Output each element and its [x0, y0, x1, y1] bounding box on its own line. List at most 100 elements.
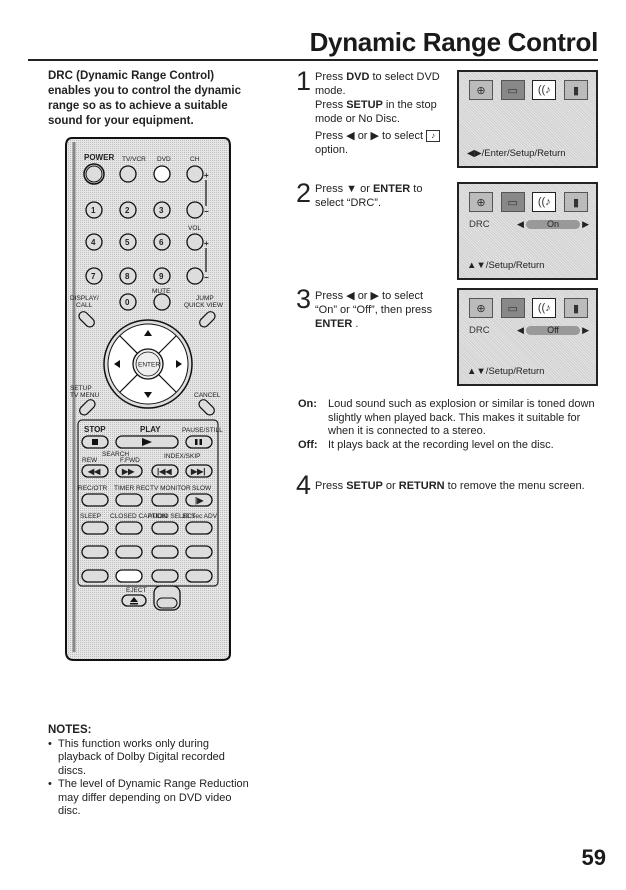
sleep-label: SLEEP [80, 513, 101, 520]
closed-caption-button [115, 521, 143, 535]
svg-text:QUICK VIEW: QUICK VIEW [184, 302, 224, 309]
play-label: PLAY [140, 425, 161, 434]
remote-control-illustration: POWER TV/VCR DVD CH + − 1 2 3 VOL 4 5 6 … [64, 132, 232, 664]
audio-option-icon: ♪ [426, 130, 441, 143]
osd-drc-label: DRC [469, 219, 490, 230]
dvd-button [153, 165, 171, 183]
eject-label: EJECT [126, 587, 147, 594]
ch-up-button [186, 165, 204, 183]
index-skip-label: INDEX/SKIP [164, 453, 200, 460]
cancel-label: CANCEL [194, 392, 221, 399]
display-label: DISPLAY/ [70, 295, 99, 302]
return-button [115, 569, 143, 583]
ffwd-label: F.FWD [120, 457, 140, 464]
pause-button [185, 435, 213, 449]
pause-label: PAUSE/STILL [182, 427, 223, 434]
angle-button [151, 545, 179, 559]
svg-text:ENTER: ENTER [138, 362, 160, 369]
osd-screen-1: ⊕ ▭ ((♪ ▮ ◀▶/Enter/Setup/Return [457, 70, 598, 168]
svg-text:▶▶|: ▶▶| [190, 467, 206, 476]
repeat-button [151, 569, 179, 583]
vol-minus: − [204, 273, 209, 282]
page-number: 59 [581, 845, 606, 870]
parental-icon: ▮ [563, 298, 588, 318]
step-1-text: Press DVD to select DVD mode. Press SETU… [315, 71, 441, 156]
digit-3-button: 3 [153, 201, 171, 219]
left-arrow-icon: ◀ [517, 324, 524, 335]
svg-text:1: 1 [91, 206, 96, 215]
svg-text:6: 6 [159, 238, 164, 247]
jump-label: JUMP [196, 295, 214, 302]
globe-icon: ⊕ [469, 80, 493, 100]
picture-icon: ▭ [500, 80, 525, 100]
skip-forward-button: ▶▶| [185, 464, 213, 478]
skip-back-button: |◀◀ [151, 464, 179, 478]
step-1-number: 1 [296, 66, 312, 96]
digit-0-button: 0 [119, 293, 137, 311]
osd-footer: ◀▶/Enter/Setup/Return [467, 148, 566, 159]
svg-text:4: 4 [91, 238, 96, 247]
title-rule [28, 59, 598, 61]
eject-button [121, 594, 147, 607]
picture-icon: ▭ [500, 192, 525, 212]
timer-rec-button [115, 493, 143, 507]
power-label: POWER [84, 153, 114, 162]
digit-2-button: 2 [119, 201, 137, 219]
osd-drc-value: ◀ On ▶ [517, 218, 589, 229]
tvvcr-button [119, 165, 137, 183]
subtitle-button [115, 545, 143, 559]
osd-footer: ▲▼/Setup/Return [467, 260, 545, 271]
svg-text:CALL: CALL [76, 302, 93, 309]
svg-text:◀◀: ◀◀ [87, 467, 101, 476]
digit-7-button: 7 [85, 267, 103, 285]
ch-label: CH [190, 156, 200, 163]
page-title: Dynamic Range Control [309, 27, 599, 57]
svg-text:|◀◀: |◀◀ [157, 467, 172, 476]
svg-text:|▶: |▶ [195, 496, 204, 505]
left-arrow-icon: ◀ [517, 218, 524, 229]
vol-down-button [186, 267, 204, 285]
note-item: • This function works only during playba… [48, 737, 225, 777]
play-mode-button [185, 569, 213, 583]
osd-drc-label: DRC [469, 325, 490, 336]
top-menu-button [81, 545, 109, 559]
option-definitions: On: Loud sound such as explosion or simi… [298, 398, 598, 452]
notes-title: NOTES: [48, 724, 92, 736]
osd-drc-value: ◀ Off ▶ [517, 324, 589, 335]
fast-forward-button: ▶▶ [115, 464, 143, 478]
audio-icon: ((♪ [532, 192, 557, 212]
svg-text:0: 0 [125, 298, 130, 307]
tvvcr-label: TV/VCR [122, 156, 146, 163]
audio-select-button [151, 521, 179, 535]
vol-label: VOL [188, 225, 201, 232]
menu-button [185, 545, 213, 559]
definition-off: Off: It plays back at the recording leve… [298, 438, 554, 451]
slow-button: |▶ [185, 493, 213, 507]
osd-footer: ▲▼/Setup/Return [467, 366, 545, 377]
right-arrow-icon: ▶ [582, 324, 589, 335]
slow-label: SLOW [192, 485, 212, 492]
step-3-text: Press ◀ or ▶ to select “On” or “Off”, th… [315, 290, 433, 330]
digit-4-button: 4 [85, 233, 103, 251]
open-close-button [153, 585, 181, 611]
step-4-text: Press SETUP or RETURN to remove the menu… [315, 480, 585, 492]
ch-down-button [186, 201, 204, 219]
zoom-button [81, 569, 109, 583]
svg-text:▶▶: ▶▶ [121, 467, 135, 476]
svg-text:9: 9 [159, 272, 164, 281]
globe-icon: ⊕ [469, 192, 493, 212]
globe-icon: ⊕ [469, 298, 493, 318]
rec-otr-label: REC/OTR [78, 485, 108, 492]
svg-text:7: 7 [91, 272, 96, 281]
svg-text:8: 8 [125, 272, 130, 281]
step-2-text: Press ▼ or ENTER to select “DRC”. [315, 183, 423, 209]
parental-icon: ▮ [563, 192, 588, 212]
rewind-button: ◀◀ [81, 464, 109, 478]
right-arrow-icon: ▶ [582, 218, 589, 229]
mute-button [153, 293, 171, 311]
dvd-label: DVD [157, 156, 171, 163]
svg-text:3: 3 [159, 206, 164, 215]
vol-up-button [186, 233, 204, 251]
power-button [83, 163, 105, 185]
30sec-adv-label: 30 Sec ADV [182, 513, 218, 520]
